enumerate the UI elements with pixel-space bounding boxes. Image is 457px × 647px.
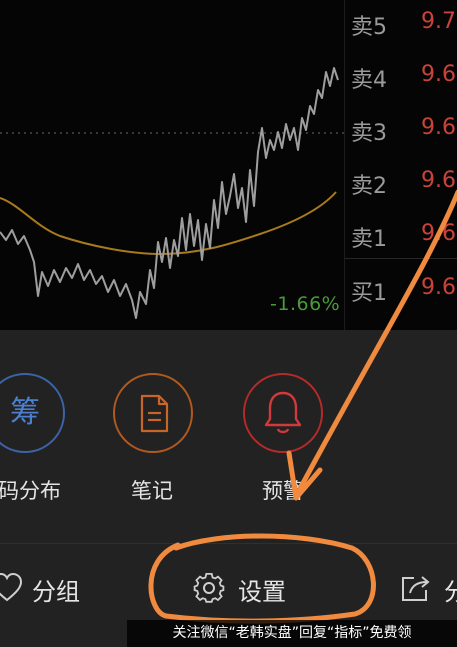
- gear-icon: [193, 572, 225, 603]
- alert-button[interactable]: [243, 373, 323, 453]
- order-row-sell4[interactable]: 卖4 9.6: [345, 56, 457, 96]
- notes-icon: [140, 394, 169, 433]
- order-price: 9.6: [421, 168, 456, 193]
- order-price: 9.7: [421, 9, 456, 34]
- order-label: 卖5: [351, 15, 387, 40]
- chip-distribution-icon: 筹: [10, 395, 40, 430]
- sheet-divider: [0, 543, 457, 544]
- order-row-sell5[interactable]: 卖5 9.7: [345, 3, 457, 43]
- order-book-divider: [345, 258, 457, 259]
- share-icon: [402, 576, 430, 601]
- average-price-line: [0, 191, 337, 256]
- action-sheet: 筹 码分布 笔记 预警 分组 设置 分: [0, 330, 457, 647]
- settings-button[interactable]: 设置: [192, 572, 302, 606]
- order-row-sell2[interactable]: 卖2 9.6: [345, 162, 457, 202]
- order-label: 卖4: [351, 68, 387, 93]
- notes-label: 笔记: [131, 479, 173, 503]
- order-price: 9.6: [421, 275, 456, 300]
- alert-label: 预警: [262, 479, 304, 503]
- group-button[interactable]: 分组: [0, 572, 92, 606]
- share-button[interactable]: 分: [400, 572, 457, 606]
- intraday-chart-panel[interactable]: -1.66% 卖5 9.7 卖4 9.6 卖3 9.6 卖2 9.6 卖1 9.…: [0, 0, 457, 330]
- heart-icon: [0, 572, 22, 602]
- group-label: 分组: [32, 578, 80, 606]
- order-label: 卖1: [351, 227, 387, 252]
- order-price: 9.6: [421, 115, 456, 140]
- order-row-buy1[interactable]: 买1 9.6: [345, 269, 457, 309]
- order-price: 9.6: [421, 221, 456, 246]
- share-label: 分: [444, 578, 457, 606]
- order-price: 9.6: [421, 62, 456, 87]
- order-label: 卖2: [351, 174, 387, 199]
- intraday-chart: [0, 67, 344, 319]
- settings-label: 设置: [238, 578, 286, 606]
- order-row-sell3[interactable]: 卖3 9.6: [345, 109, 457, 149]
- price-line: [0, 67, 339, 319]
- change-percent-label: -1.66%: [270, 293, 341, 315]
- order-row-sell1[interactable]: 卖1 9.6: [345, 215, 457, 255]
- watermark-caption: 关注微信“老韩实盘”回复“指标”免费领: [127, 620, 457, 647]
- order-label: 卖3: [351, 121, 387, 146]
- chip-distribution-button[interactable]: 筹: [0, 373, 65, 453]
- bell-icon: [264, 391, 302, 434]
- notes-button[interactable]: [113, 373, 193, 453]
- screen: -1.66% 卖5 9.7 卖4 9.6 卖3 9.6 卖2 9.6 卖1 9.…: [0, 0, 457, 647]
- chip-distribution-label: 码分布: [0, 479, 61, 503]
- order-book: 卖5 9.7 卖4 9.6 卖3 9.6 卖2 9.6 卖1 9.6 买1 9.…: [344, 0, 457, 330]
- order-label: 买1: [351, 281, 387, 306]
